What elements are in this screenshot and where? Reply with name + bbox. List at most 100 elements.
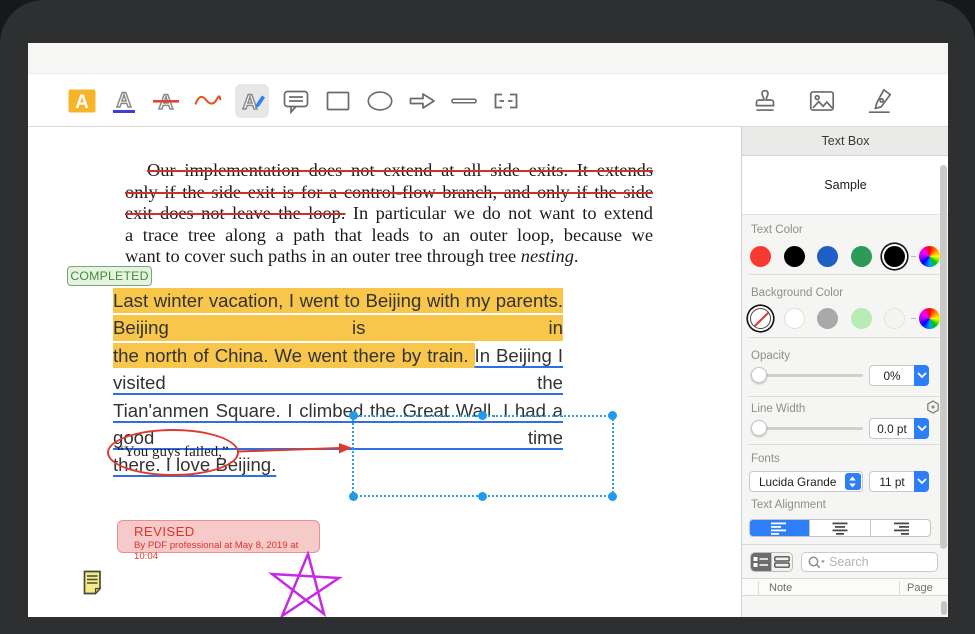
properties-panel: Text Box Sample Text Color Background Co…: [741, 127, 948, 617]
paragraph-serif: Our implementation does not extend at al…: [125, 160, 653, 268]
background-color-label: Background Color: [751, 287, 843, 299]
link-icon[interactable]: [491, 86, 521, 116]
text-line: only if the side exit is for a control-f…: [125, 182, 653, 204]
image-icon[interactable]: [805, 84, 839, 118]
strikethrough-icon[interactable]: A: [151, 86, 181, 116]
page-column-header[interactable]: Page: [907, 582, 933, 594]
background-color-swatch-4[interactable]: [884, 308, 905, 329]
text-color-swatches: [750, 246, 940, 267]
line-width-label: Line Width: [751, 403, 805, 415]
document-page[interactable]: Our implementation does not extend at al…: [28, 127, 741, 617]
plain-text: a trace tree along a path that leads to …: [125, 225, 653, 245]
annotation-toolbar: AAAA: [28, 74, 948, 127]
opacity-slider[interactable]: [751, 366, 863, 383]
list-scrollbar[interactable]: [941, 601, 947, 615]
arrow-annotation[interactable]: [236, 441, 354, 457]
line-width-dropdown-button[interactable]: [914, 418, 929, 439]
align-right-button[interactable]: [871, 520, 930, 536]
text-line: the north of China. We went there by tra…: [113, 342, 563, 397]
resize-handle[interactable]: [608, 411, 617, 420]
underline-icon[interactable]: A: [109, 86, 139, 116]
line-width-slider-thumb[interactable]: [751, 420, 767, 436]
text-color-swatch-0[interactable]: [750, 246, 771, 267]
search-icon: [807, 555, 827, 570]
device-bezel: AAAA Our implementation does not extend …: [0, 0, 975, 634]
align-left-button[interactable]: [750, 520, 810, 536]
annotation-table-header: Note Page: [742, 578, 948, 596]
text-line: Our implementation does not extend at al…: [125, 160, 653, 182]
rectangle-icon[interactable]: [323, 86, 353, 116]
text-color-swatch-3[interactable]: [851, 246, 872, 267]
background-color-swatch-none[interactable]: [750, 308, 771, 329]
note-column-header[interactable]: Note: [769, 582, 792, 594]
opacity-dropdown-button[interactable]: [914, 365, 929, 386]
text-color-swatch-wheel[interactable]: [919, 246, 940, 267]
background-color-swatch-3[interactable]: [851, 308, 872, 329]
star-ink-annotation[interactable]: [268, 551, 344, 617]
text-alignment-label: Text Alignment: [751, 499, 826, 511]
detailed-list-view-button[interactable]: [751, 553, 772, 571]
line-width-settings-icon[interactable]: [926, 400, 940, 414]
hl-text: the north of China. We went there by tra…: [113, 343, 475, 368]
search-input[interactable]: Search: [801, 552, 938, 572]
svg-text:A: A: [116, 89, 131, 112]
ellipse-icon[interactable]: [365, 86, 395, 116]
line-width-value[interactable]: 0.0 pt: [869, 418, 914, 439]
align-center-button[interactable]: [810, 520, 870, 536]
comment-icon[interactable]: [281, 86, 311, 116]
font-size-dropdown-button[interactable]: [914, 471, 929, 492]
resize-handle[interactable]: [478, 492, 487, 501]
text-color-swatch-2[interactable]: [817, 246, 838, 267]
text-box-annotation[interactable]: [352, 415, 614, 497]
resize-handle[interactable]: [349, 411, 358, 420]
text-color-swatch-4[interactable]: [884, 246, 905, 267]
text-line: Last winter vacation, I went to Beijing …: [113, 287, 563, 342]
ellipse-text: “You guys failed,”: [117, 444, 228, 461]
line-width-slider[interactable]: [751, 419, 863, 436]
ellipse-annotation[interactable]: “You guys failed,”: [107, 429, 239, 476]
signature-icon[interactable]: [862, 84, 896, 118]
arrow-icon[interactable]: [407, 86, 437, 116]
background-color-swatch-2[interactable]: [817, 308, 838, 329]
background-color-swatch-wheel[interactable]: [919, 308, 940, 329]
text-color-swatch-1[interactable]: [784, 246, 805, 267]
compact-list-view-button[interactable]: [772, 553, 792, 571]
i-text: nesting: [521, 246, 574, 266]
stamp-icon[interactable]: [748, 84, 782, 118]
text-line: exit does not leave the loop. In particu…: [125, 203, 653, 225]
highlight-icon[interactable]: A: [67, 86, 97, 116]
svg-text:A: A: [242, 91, 257, 114]
resize-handle[interactable]: [349, 492, 358, 501]
line-icon[interactable]: [449, 86, 479, 116]
font-family-select[interactable]: Lucida Grande: [749, 471, 863, 492]
svg-text:A: A: [75, 92, 89, 113]
font-size-value[interactable]: 11 pt: [869, 471, 914, 492]
text-color-label: Text Color: [751, 224, 803, 236]
strike-text: Our implementation does not extend at al…: [147, 160, 653, 180]
strike-text: only if the side exit is for a control-f…: [125, 182, 653, 202]
opacity-label: Opacity: [751, 350, 790, 362]
background-color-swatches: [750, 308, 940, 329]
fonts-label: Fonts: [751, 453, 780, 465]
text-alignment-control: [749, 519, 931, 537]
revised-stamp[interactable]: REVISED By PDF professional at May 8, 20…: [117, 520, 320, 553]
resize-handle[interactable]: [608, 492, 617, 501]
search-placeholder: Search: [829, 555, 869, 569]
text-line: want to cover such paths in an outer tre…: [125, 246, 653, 268]
revised-stamp-title: REVISED: [134, 524, 319, 539]
text-edit-icon[interactable]: A: [235, 84, 269, 118]
squiggly-icon[interactable]: [193, 86, 223, 116]
completed-stamp[interactable]: COMPLETED: [67, 266, 152, 286]
panel-scrollbar[interactable]: [940, 165, 947, 549]
background-color-swatch-1[interactable]: [784, 308, 805, 329]
opacity-value[interactable]: 0%: [869, 365, 914, 386]
window-titlebar: [28, 43, 948, 74]
text-line: a trace tree along a path that leads to …: [125, 225, 653, 247]
resize-handle[interactable]: [478, 411, 487, 420]
app-window: AAAA Our implementation does not extend …: [28, 43, 948, 617]
opacity-slider-thumb[interactable]: [751, 367, 767, 383]
plain-text: In particular we do not want to extend: [345, 203, 653, 223]
toolbar-left-group: AAAA: [67, 74, 521, 127]
font-stepper-icon[interactable]: [845, 473, 861, 490]
sticky-note-icon[interactable]: [83, 570, 102, 595]
